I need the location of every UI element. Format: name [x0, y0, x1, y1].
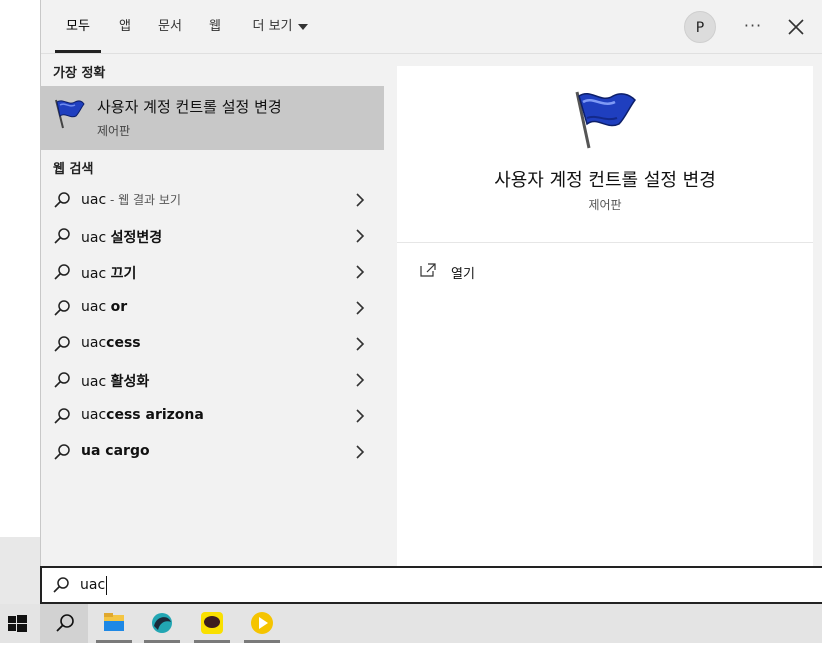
suggestion-prefix: uac — [81, 266, 111, 282]
chevron-right-icon[interactable] — [353, 408, 367, 424]
web-search-heading: 웹 검색 — [53, 162, 94, 177]
web-search-suggestion[interactable]: uac - 웹 결과 보기 — [41, 182, 384, 218]
tab-apps[interactable]: 앱 — [113, 0, 137, 53]
start-search-panel: 모두 앱 문서 웹 더 보기 P ··· 가장 정확 사용자 계정 컨트롤 설정… — [40, 0, 822, 566]
tab-all[interactable]: 모두 — [55, 0, 101, 53]
suggestion-completion: cess arizona — [106, 407, 204, 423]
search-icon — [53, 335, 71, 353]
search-icon — [53, 299, 71, 317]
tab-more-label: 더 보기 — [252, 19, 293, 34]
result-detail-pane: 사용자 계정 컨트롤 설정 변경 제어판 열기 — [397, 66, 813, 566]
suggestion-prefix: uac — [81, 374, 111, 390]
tab-documents-label: 문서 — [158, 19, 182, 34]
suggestion-prefix: uac — [81, 192, 107, 208]
chevron-right-icon[interactable] — [353, 192, 367, 208]
search-icon — [56, 614, 74, 632]
edge-app-icon[interactable] — [138, 604, 186, 643]
suggestion-hint: - 웹 결과 보기 — [106, 193, 181, 207]
suggestion-text: uac - 웹 결과 보기 — [81, 191, 181, 208]
file-explorer-icon[interactable] — [90, 604, 138, 643]
tab-more[interactable]: 더 보기 — [245, 0, 315, 53]
open-action-label: 열기 — [451, 267, 475, 282]
chevron-down-icon — [297, 23, 308, 30]
kakaotalk-icon[interactable] — [188, 604, 236, 643]
search-input[interactable] — [80, 574, 580, 596]
chevron-right-icon[interactable] — [353, 336, 367, 352]
web-search-suggestion[interactable]: ua cargo — [41, 434, 384, 470]
web-search-suggestion[interactable]: uac 설정변경 — [41, 218, 384, 254]
search-filter-bar: 모두 앱 문서 웹 더 보기 P ··· — [41, 0, 822, 54]
taskbar-search-button[interactable] — [40, 604, 88, 643]
suggestion-prefix: uac — [81, 407, 107, 423]
uac-flag-large-icon — [569, 88, 641, 152]
suggestion-text: uac 설정변경 — [81, 227, 162, 247]
search-icon — [52, 576, 70, 594]
web-search-suggestion[interactable]: uaccess arizona — [41, 398, 384, 434]
web-search-suggestion[interactable]: uaccess — [41, 326, 384, 362]
desktop-background-bottom — [0, 537, 40, 604]
media-player-icon[interactable] — [238, 604, 286, 643]
suggestion-completion: cess — [106, 335, 141, 351]
best-match-title: 사용자 계정 컨트롤 설정 변경 — [97, 98, 282, 116]
suggestion-completion: 끄기 — [110, 266, 137, 282]
open-action[interactable]: 열기 — [419, 260, 619, 284]
chevron-right-icon[interactable] — [353, 300, 367, 316]
tab-web[interactable]: 웹 — [203, 0, 227, 53]
best-match-heading: 가장 정확 — [53, 66, 106, 81]
search-icon — [53, 407, 71, 425]
suggestion-completion: 활성화 — [110, 374, 150, 390]
search-icon — [53, 443, 71, 461]
suggestion-text: uac 끄기 — [81, 263, 136, 283]
detail-divider — [397, 242, 813, 243]
text-cursor — [106, 576, 107, 595]
best-match-subtitle: 제어판 — [97, 124, 131, 138]
suggestion-prefix: uac — [81, 230, 111, 246]
avatar[interactable]: P — [684, 11, 716, 43]
search-icon — [53, 227, 71, 245]
suggestion-completion: ua cargo — [81, 443, 150, 459]
tab-web-label: 웹 — [209, 19, 221, 34]
tab-apps-label: 앱 — [119, 19, 131, 34]
suggestion-text: uac or — [81, 299, 127, 315]
chevron-right-icon[interactable] — [353, 444, 367, 460]
detail-title: 사용자 계정 컨트롤 설정 변경 — [494, 170, 716, 191]
search-icon — [53, 191, 71, 209]
best-match-result[interactable]: 사용자 계정 컨트롤 설정 변경 제어판 — [41, 86, 384, 150]
suggestion-prefix: uac — [81, 299, 111, 315]
chevron-right-icon[interactable] — [353, 372, 367, 388]
suggestion-text: uaccess — [81, 335, 141, 351]
more-options-icon[interactable]: ··· — [741, 14, 765, 38]
suggestion-text: ua cargo — [81, 443, 150, 459]
search-box — [40, 566, 822, 604]
chevron-right-icon[interactable] — [353, 228, 367, 244]
web-search-suggestion[interactable]: uac 끄기 — [41, 254, 384, 290]
suggestion-text: uac 활성화 — [81, 371, 149, 391]
web-search-suggestion[interactable]: uac or — [41, 290, 384, 326]
uac-flag-icon — [51, 96, 87, 132]
desktop-background — [0, 0, 40, 537]
close-icon[interactable] — [784, 15, 808, 39]
start-button[interactable] — [0, 604, 40, 643]
windows-logo-icon — [8, 615, 27, 632]
suggestion-completion: or — [110, 299, 128, 315]
suggestion-completion: 설정변경 — [110, 230, 163, 246]
tab-all-label: 모두 — [66, 19, 90, 34]
search-icon — [53, 371, 71, 389]
suggestion-prefix: uac — [81, 335, 107, 351]
web-search-suggestion[interactable]: uac 활성화 — [41, 362, 384, 398]
open-external-icon — [419, 262, 437, 278]
suggestion-text: uaccess arizona — [81, 407, 204, 423]
detail-subtitle: 제어판 — [588, 198, 622, 212]
taskbar — [0, 604, 822, 643]
tab-documents[interactable]: 문서 — [153, 0, 187, 53]
chevron-right-icon[interactable] — [353, 264, 367, 280]
search-icon — [53, 263, 71, 281]
